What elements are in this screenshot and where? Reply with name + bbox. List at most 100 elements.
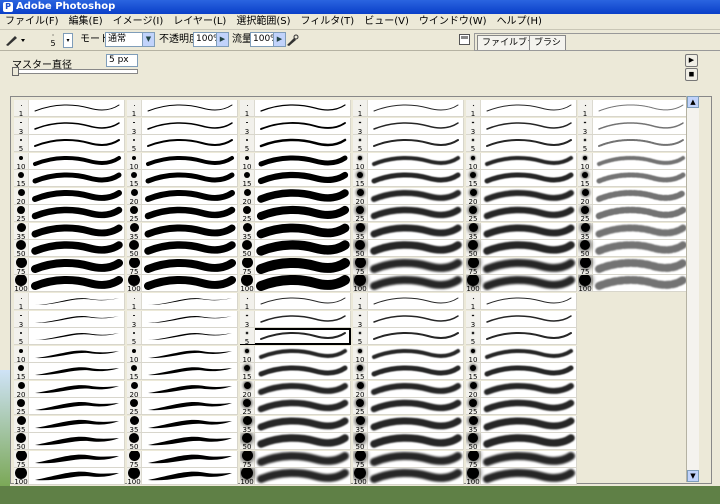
brush-preset[interactable]: 25 [240, 398, 351, 415]
brush-preset[interactable]: 35 [353, 222, 464, 240]
brush-preset[interactable]: 20 [353, 380, 464, 398]
brush-preset[interactable]: 25 [353, 205, 464, 222]
brush-preset[interactable]: 1 [14, 100, 125, 117]
brush-preset[interactable]: 3 [353, 310, 464, 328]
brush-preset[interactable]: 1 [466, 100, 577, 117]
brush-preset[interactable]: 50 [240, 433, 351, 450]
mode-select[interactable]: 通常 ▼ [105, 32, 155, 47]
brush-preset[interactable]: 25 [466, 205, 577, 222]
brush-preset[interactable]: 100 [240, 468, 351, 485]
scroll-down-icon[interactable]: ▼ [687, 470, 699, 482]
brush-preset[interactable]: 1 [240, 100, 351, 117]
brush-preset[interactable]: 50 [14, 240, 125, 257]
brush-preset[interactable]: 10 [127, 152, 238, 170]
menu-image[interactable]: イメージ(I) [108, 14, 169, 29]
menu-filter[interactable]: フィルタ(T) [295, 14, 359, 29]
brush-tool-icon[interactable] [4, 33, 26, 47]
menu-select[interactable]: 選択範囲(S) [231, 14, 295, 29]
brush-preset[interactable]: 50 [466, 240, 577, 257]
brush-preset[interactable]: 1 [14, 293, 125, 310]
opacity-field[interactable]: 100% ▶ [193, 32, 229, 47]
brush-preset[interactable]: 25 [127, 205, 238, 222]
brush-preset[interactable]: 50 [353, 433, 464, 450]
brush-preset[interactable]: 50 [127, 240, 238, 257]
brush-preset[interactable]: 1 [240, 293, 351, 310]
new-brush-icon[interactable]: ◼ [685, 68, 698, 81]
brush-preset[interactable]: 25 [127, 398, 238, 415]
brush-preset[interactable]: 100 [466, 468, 577, 485]
master-diameter-input[interactable]: 5 px [106, 54, 138, 67]
menu-file[interactable]: ファイル(F) [0, 14, 64, 29]
brush-preset[interactable]: 75 [14, 450, 125, 468]
brush-preset[interactable]: 75 [127, 450, 238, 468]
brush-preset[interactable]: 100 [353, 468, 464, 485]
brush-preset[interactable]: 50 [466, 433, 577, 450]
brush-preset[interactable]: 1 [466, 293, 577, 310]
brush-preset[interactable]: 25 [240, 205, 351, 222]
brush-preset[interactable]: 10 [578, 152, 689, 170]
brush-preset[interactable]: 3 [353, 117, 464, 135]
brush-preset[interactable]: 3 [127, 117, 238, 135]
brush-preset[interactable]: 25 [578, 205, 689, 222]
brush-preset[interactable]: 35 [240, 222, 351, 240]
palette-well-icon[interactable] [459, 34, 470, 45]
brush-preset[interactable]: 10 [127, 345, 238, 363]
brush-grid-scrollbar[interactable]: ▲ ▼ [686, 96, 699, 482]
brush-preset[interactable]: 35 [240, 415, 351, 433]
brush-preset[interactable]: 5 [14, 135, 125, 152]
brush-preset[interactable]: 5 [14, 328, 125, 345]
slider-thumb[interactable] [12, 67, 19, 76]
brush-preset[interactable]: 100 [240, 275, 351, 292]
brush-preset[interactable]: 5 [353, 328, 464, 345]
menu-view[interactable]: ビュー(V) [359, 14, 414, 29]
brush-preset[interactable]: 75 [466, 450, 577, 468]
tab-brushes[interactable]: ブラシ [529, 35, 566, 50]
brush-preset[interactable]: 10 [353, 152, 464, 170]
brush-preset[interactable]: 3 [466, 310, 577, 328]
brush-preset[interactable]: 20 [240, 380, 351, 398]
brush-preset[interactable]: 1 [353, 293, 464, 310]
brush-preset[interactable]: 5 [240, 328, 351, 345]
brush-preset[interactable]: 5 [240, 135, 351, 152]
brush-preset[interactable]: 20 [127, 380, 238, 398]
brush-preset[interactable]: 10 [14, 152, 125, 170]
brush-preset[interactable]: 75 [353, 450, 464, 468]
brush-preset[interactable]: 20 [466, 380, 577, 398]
brush-preset[interactable]: 15 [578, 170, 689, 187]
brush-preset[interactable]: 35 [127, 415, 238, 433]
airbrush-icon[interactable] [285, 33, 299, 47]
brush-preset[interactable]: 20 [353, 187, 464, 205]
brush-preset[interactable]: 20 [578, 187, 689, 205]
brush-preset[interactable]: 15 [127, 363, 238, 380]
brush-preset[interactable]: 1 [127, 100, 238, 117]
brush-preset[interactable]: 15 [466, 363, 577, 380]
brush-preset[interactable]: 75 [240, 450, 351, 468]
brush-preset[interactable]: 15 [353, 170, 464, 187]
brush-preset[interactable]: 1 [353, 100, 464, 117]
brush-preset[interactable]: 75 [353, 257, 464, 275]
master-diameter-slider[interactable] [12, 67, 138, 76]
brush-preset[interactable]: 3 [14, 117, 125, 135]
brush-preset[interactable]: 100 [14, 275, 125, 292]
brush-preset-picker[interactable]: · 5 [44, 32, 62, 49]
brush-preset[interactable]: 35 [466, 415, 577, 433]
brush-preset[interactable]: 5 [127, 328, 238, 345]
brush-preset[interactable]: 35 [127, 222, 238, 240]
brush-preset[interactable]: 25 [353, 398, 464, 415]
brush-preset[interactable]: 100 [127, 468, 238, 485]
brush-preset[interactable]: 50 [353, 240, 464, 257]
brush-preset[interactable]: 15 [466, 170, 577, 187]
brush-preset[interactable]: 3 [466, 117, 577, 135]
brush-preset[interactable]: 1 [578, 100, 689, 117]
brush-preset[interactable]: 75 [14, 257, 125, 275]
brush-preset[interactable]: 50 [14, 433, 125, 450]
brush-preset[interactable]: 1 [127, 293, 238, 310]
brush-preset[interactable]: 100 [353, 275, 464, 292]
flow-field[interactable]: 100% ▶ [250, 32, 286, 47]
brush-preset[interactable]: 25 [466, 398, 577, 415]
brush-preset[interactable]: 15 [240, 363, 351, 380]
brush-preset[interactable]: 5 [466, 135, 577, 152]
brush-preset-dropdown-button[interactable]: ▾ [63, 33, 73, 48]
brush-preset[interactable]: 3 [240, 117, 351, 135]
brush-preset[interactable]: 75 [240, 257, 351, 275]
